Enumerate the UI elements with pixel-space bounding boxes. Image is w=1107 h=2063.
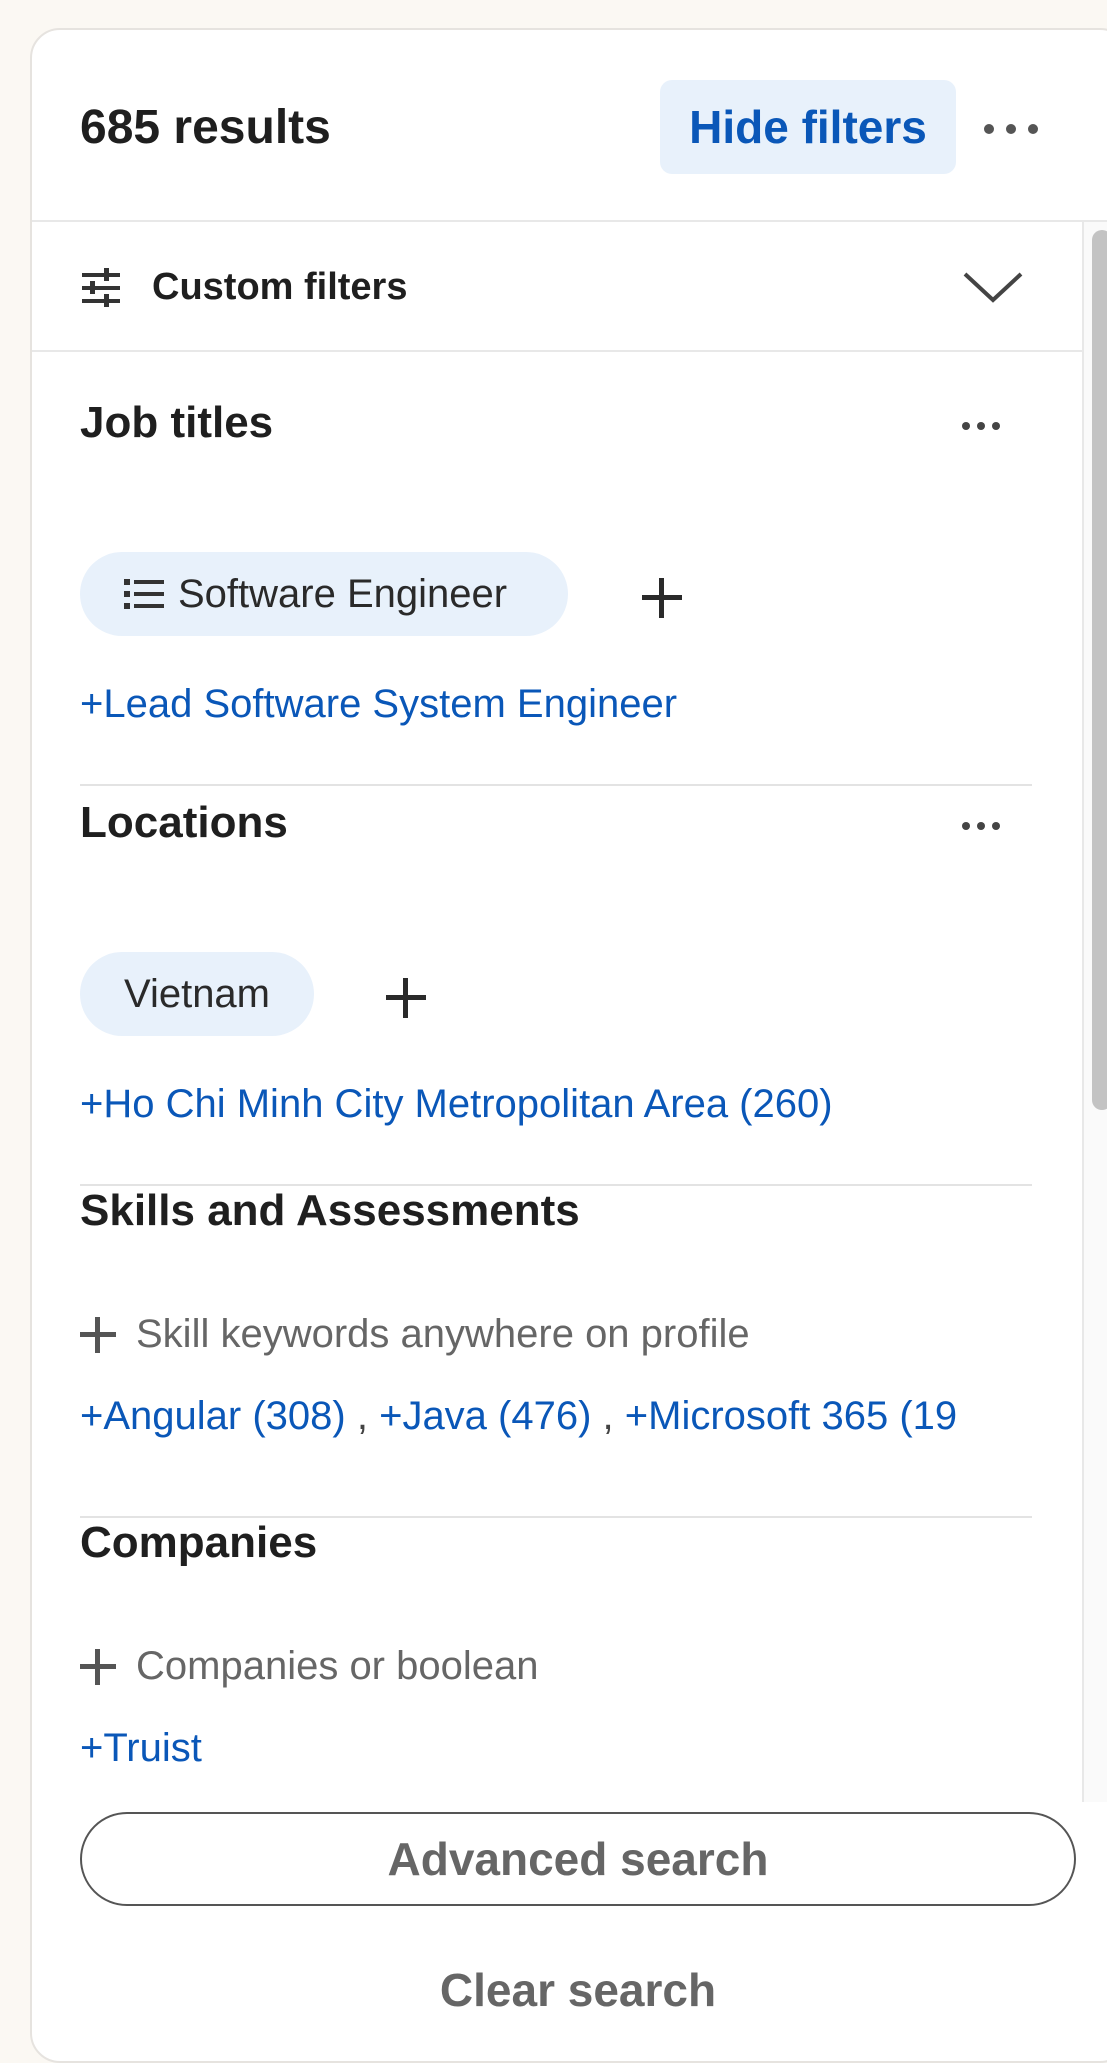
- plus-icon: [80, 1316, 116, 1353]
- location-chip[interactable]: Vietnam: [80, 952, 314, 1036]
- scrollbar-thumb[interactable]: [1092, 230, 1107, 1110]
- locations-heading: Locations: [80, 798, 288, 847]
- divider: [80, 784, 1032, 786]
- add-job-title-icon[interactable]: [642, 578, 682, 618]
- filters-panel: 685 results Hide filters Custom filters …: [30, 28, 1107, 2063]
- advanced-search-button[interactable]: Advanced search: [80, 1812, 1076, 1906]
- hide-filters-button[interactable]: Hide filters: [660, 80, 956, 174]
- custom-filters-label: Custom filters: [152, 266, 408, 308]
- location-suggestion[interactable]: +Ho Chi Minh City Metropolitan Area (260…: [80, 1082, 833, 1127]
- skill-suggestion-angular[interactable]: +Angular (308): [80, 1394, 346, 1438]
- filters-header: 685 results Hide filters: [32, 30, 1107, 222]
- skills-placeholder: Skill keywords anywhere on profile: [136, 1312, 750, 1356]
- companies-placeholder: Companies or boolean: [136, 1644, 539, 1688]
- job-title-chip-label: Software Engineer: [178, 571, 508, 616]
- filters-scroll-area[interactable]: Custom filters Job titles Software Engin…: [32, 222, 1082, 1802]
- more-options-icon[interactable]: [984, 124, 1038, 134]
- chevron-down-icon[interactable]: [962, 270, 1024, 304]
- add-location-icon[interactable]: [386, 978, 426, 1018]
- skill-suggestion-microsoft-365[interactable]: +Microsoft 365 (19: [625, 1394, 957, 1438]
- skills-input[interactable]: Skill keywords anywhere on profile: [80, 1312, 750, 1357]
- companies-input[interactable]: Companies or boolean: [80, 1644, 538, 1689]
- list-icon: [124, 579, 164, 609]
- job-title-chip[interactable]: Software Engineer: [80, 552, 568, 636]
- skills-suggestions: +Angular (308) , +Java (476) , +Microsof…: [80, 1394, 958, 1438]
- company-suggestion[interactable]: +Truist: [80, 1726, 202, 1771]
- skill-suggestion-java[interactable]: +Java (476): [379, 1394, 591, 1438]
- job-title-suggestion[interactable]: +Lead Software System Engineer: [80, 682, 677, 727]
- skills-heading: Skills and Assessments: [80, 1186, 580, 1235]
- companies-heading: Companies: [80, 1518, 318, 1567]
- custom-filters-toggle[interactable]: Custom filters: [32, 222, 1082, 352]
- results-count: 685 results: [80, 101, 331, 154]
- location-chip-label: Vietnam: [123, 971, 270, 1016]
- plus-icon: [80, 1648, 116, 1685]
- sliders-icon: [82, 268, 120, 307]
- job-titles-heading: Job titles: [80, 398, 274, 447]
- job-titles-more-icon[interactable]: [962, 422, 1000, 430]
- locations-more-icon[interactable]: [962, 822, 1000, 830]
- clear-search-button[interactable]: Clear search: [80, 1950, 1076, 2030]
